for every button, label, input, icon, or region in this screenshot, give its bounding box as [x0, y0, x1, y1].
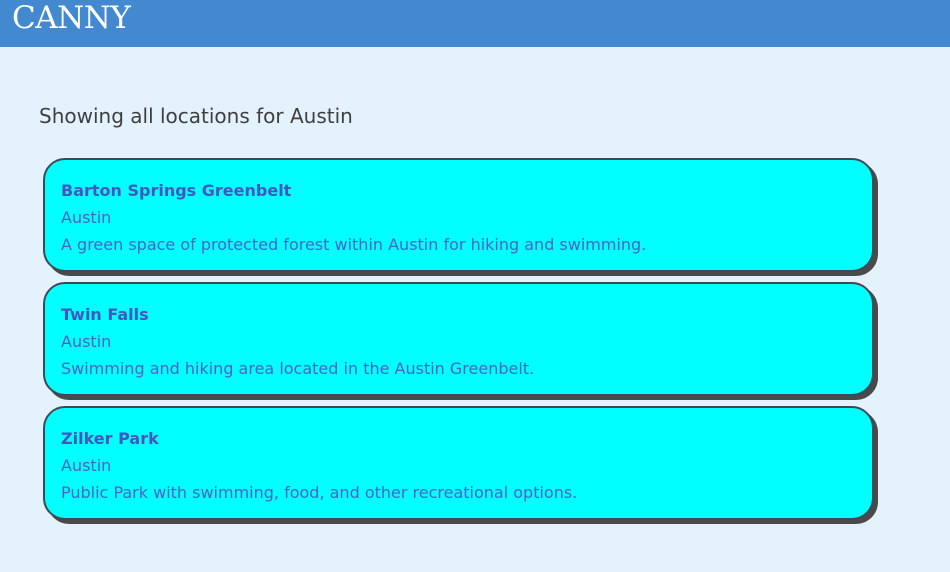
- location-card[interactable]: Zilker Park Austin Public Park with swim…: [43, 406, 874, 520]
- brand-logo-text[interactable]: CANNY: [12, 0, 131, 37]
- location-name[interactable]: Zilker Park: [61, 429, 159, 449]
- location-card[interactable]: Barton Springs Greenbelt Austin A green …: [43, 158, 874, 272]
- location-description: Swimming and hiking area located in the …: [61, 359, 535, 378]
- top-navbar: CANNY: [0, 0, 950, 47]
- location-description: A green space of protected forest within…: [61, 235, 647, 254]
- page-heading: Showing all locations for Austin: [39, 104, 353, 128]
- location-name[interactable]: Barton Springs Greenbelt: [61, 181, 291, 201]
- location-city: Austin: [61, 332, 112, 351]
- location-city: Austin: [61, 456, 112, 475]
- location-name[interactable]: Twin Falls: [61, 305, 149, 325]
- location-card[interactable]: Twin Falls Austin Swimming and hiking ar…: [43, 282, 874, 396]
- location-city: Austin: [61, 208, 112, 227]
- location-description: Public Park with swimming, food, and oth…: [61, 483, 578, 502]
